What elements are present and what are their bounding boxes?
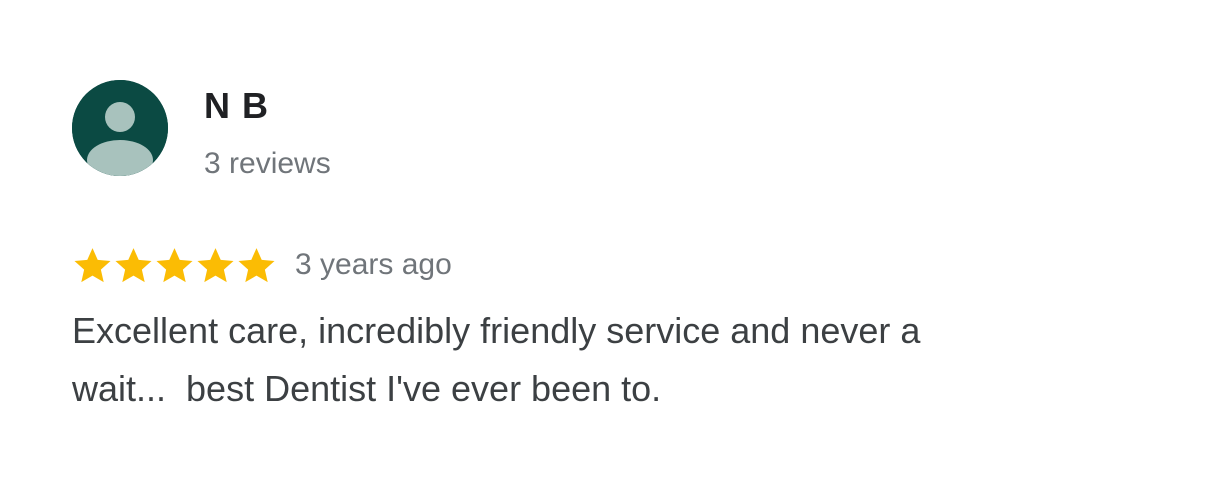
- star-icon: [74, 247, 111, 282]
- star-icon: [238, 247, 275, 282]
- review-text-line: wait... best Dentist I've ever been to.: [72, 368, 662, 409]
- star-icon: [115, 247, 152, 282]
- rating-row: 3 years ago: [72, 243, 452, 287]
- reviewer-avatar[interactable]: [72, 80, 168, 176]
- person-icon: [72, 80, 168, 176]
- review-count[interactable]: 3 reviews: [204, 146, 331, 182]
- reviewer-name[interactable]: N B: [204, 84, 269, 128]
- review-date: 3 years ago: [295, 248, 452, 281]
- star-icon: [197, 247, 234, 282]
- review-text-line: Excellent care, incredibly friendly serv…: [72, 310, 921, 351]
- review-card: N B 3 reviews 3 years ago Excellent care…: [0, 0, 1207, 477]
- review-text: Excellent care, incredibly friendly serv…: [72, 302, 1152, 418]
- star-rating: [72, 245, 277, 286]
- star-icon: [156, 247, 193, 282]
